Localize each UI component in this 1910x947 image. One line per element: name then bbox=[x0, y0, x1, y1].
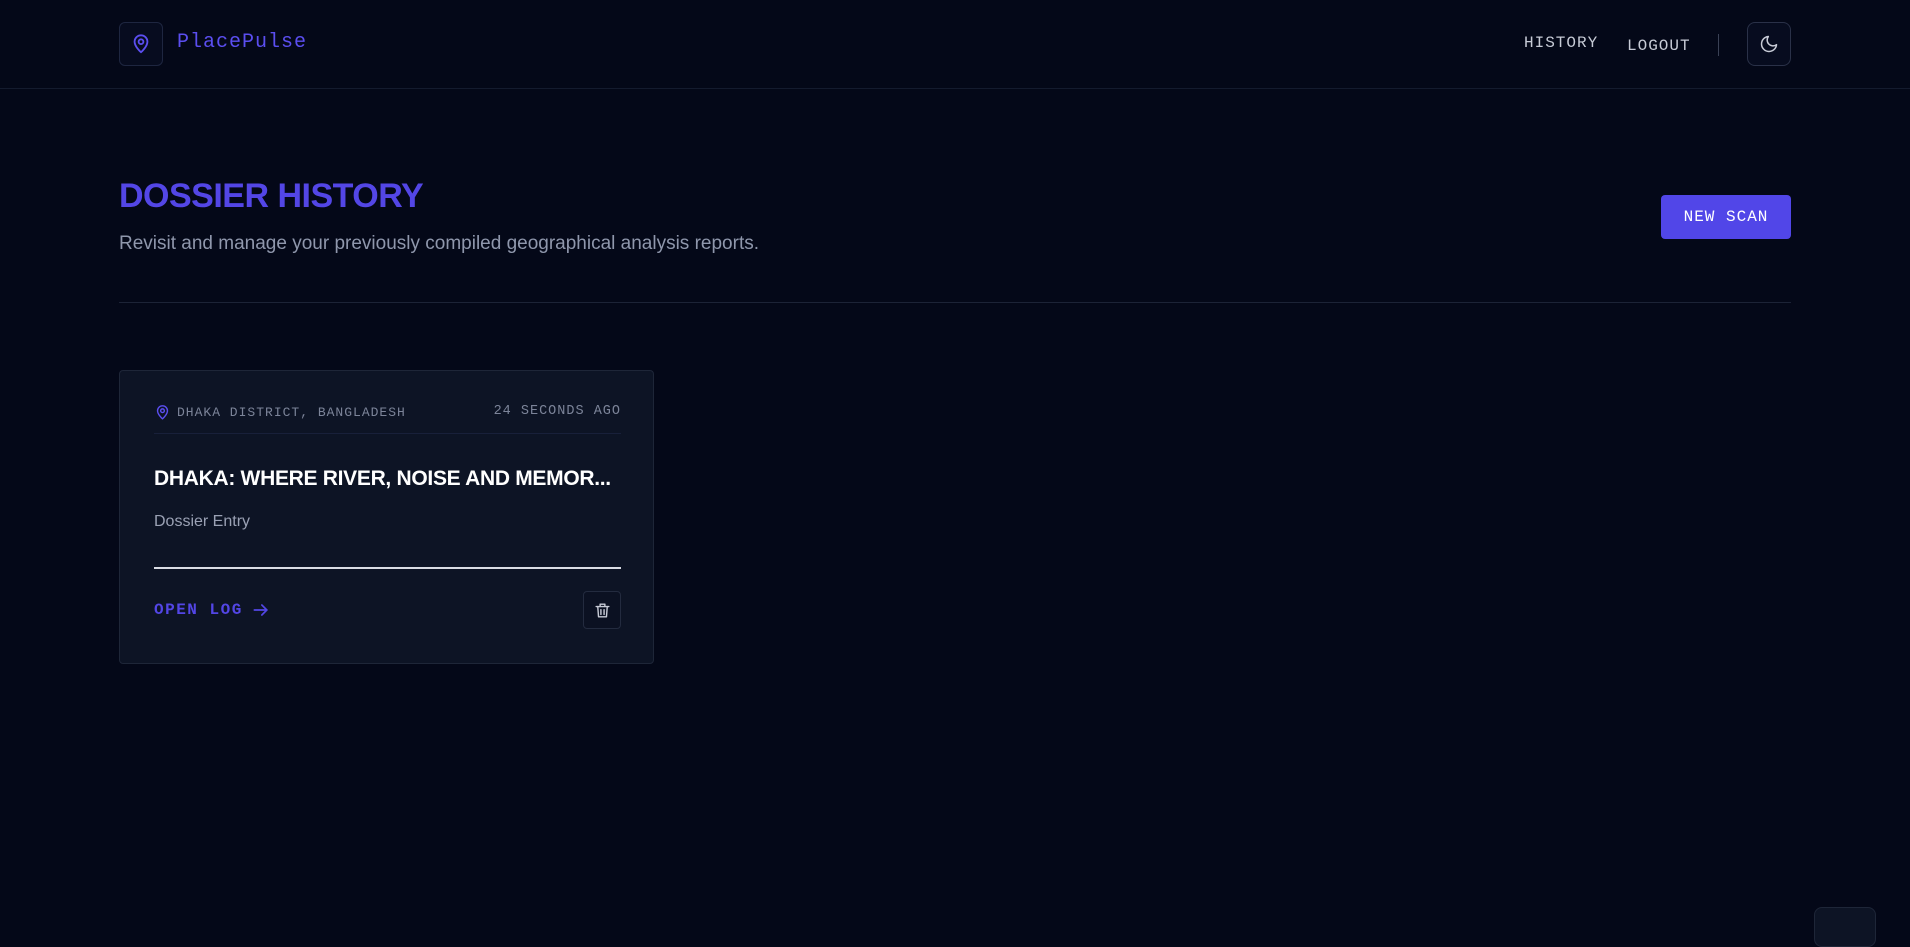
map-pin-icon bbox=[156, 405, 169, 420]
floating-widget[interactable] bbox=[1814, 907, 1876, 947]
card-location: DHAKA DISTRICT, BANGLADESH bbox=[154, 404, 406, 421]
logo-badge[interactable] bbox=[119, 22, 163, 66]
section-divider bbox=[119, 302, 1791, 303]
app-name[interactable]: PlacePulse bbox=[177, 31, 307, 54]
theme-toggle-button[interactable] bbox=[1747, 22, 1791, 66]
delete-button[interactable] bbox=[583, 591, 621, 629]
open-log-link[interactable]: OPEN LOG bbox=[154, 600, 271, 620]
top-nav: PlacePulse HISTORY LOGOUT bbox=[0, 0, 1910, 89]
card-location-text: DHAKA DISTRICT, BANGLADESH bbox=[177, 405, 406, 420]
trash-icon bbox=[594, 602, 610, 618]
card-timestamp: 24 SECONDS AGO bbox=[493, 404, 621, 419]
open-log-label: OPEN LOG bbox=[154, 601, 243, 619]
card-title: DHAKA: WHERE RIVER, NOISE AND MEMOR... bbox=[154, 467, 611, 490]
nav-logout-link[interactable]: LOGOUT bbox=[1627, 37, 1691, 55]
page-subtitle: Revisit and manage your previously compi… bbox=[119, 233, 759, 254]
card-subtitle: Dossier Entry bbox=[154, 513, 251, 530]
dossier-card: DHAKA DISTRICT, BANGLADESH 24 SECONDS AG… bbox=[119, 370, 654, 664]
nav-history-link[interactable]: HISTORY bbox=[1524, 34, 1598, 52]
map-pin-icon bbox=[133, 34, 149, 54]
card-divider bbox=[154, 567, 621, 569]
nav-divider bbox=[1718, 34, 1719, 56]
moon-icon bbox=[1760, 35, 1778, 53]
card-meta-row: DHAKA DISTRICT, BANGLADESH 24 SECONDS AG… bbox=[154, 404, 621, 434]
arrow-right-icon bbox=[253, 604, 268, 616]
page-title: DOSSIER HISTORY bbox=[119, 177, 424, 215]
new-scan-button[interactable]: NEW SCAN bbox=[1661, 195, 1791, 239]
